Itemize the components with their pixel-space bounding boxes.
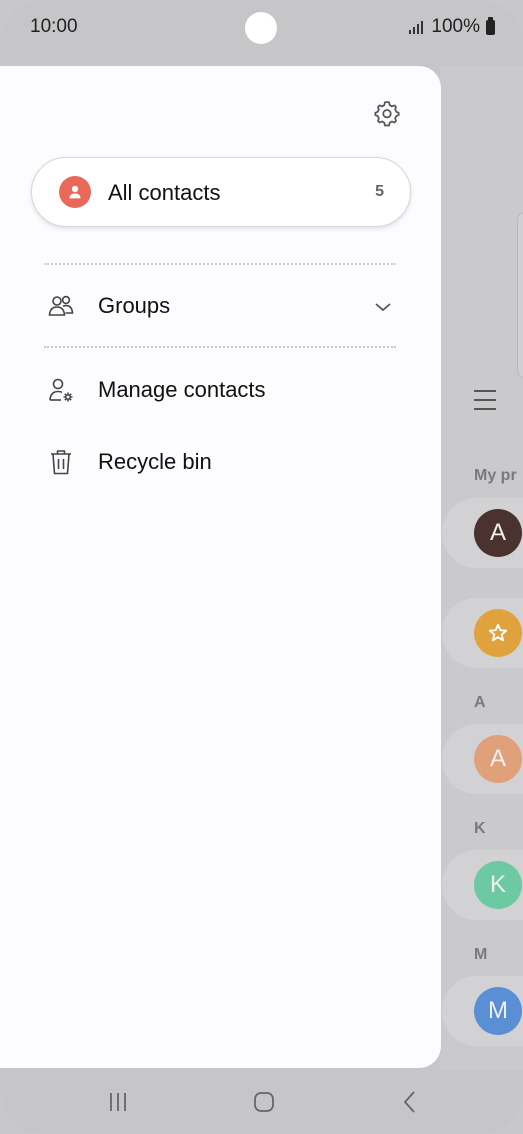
manage-contacts-label: Manage contacts	[98, 377, 266, 402]
groups-label: Groups	[98, 293, 171, 318]
status-time: 10:00	[30, 16, 78, 37]
manage-contacts-icon	[46, 376, 76, 404]
recent-apps-icon	[110, 1093, 126, 1111]
navigation-bar	[0, 1070, 523, 1134]
home-button[interactable]	[244, 1086, 284, 1118]
section-header-my-profile: My pr	[474, 467, 517, 484]
status-bar: 10:00 100%	[0, 0, 523, 56]
person-icon	[59, 176, 91, 208]
groups-icon	[46, 292, 76, 320]
all-contacts-label: All contacts	[108, 180, 221, 205]
trash-icon	[46, 448, 76, 476]
gear-icon	[374, 101, 400, 127]
manage-contacts-item[interactable]: Manage contacts	[0, 362, 441, 418]
avatar: M	[474, 987, 522, 1035]
section-header-m: M	[474, 946, 488, 963]
recycle-bin-label: Recycle bin	[98, 449, 212, 474]
home-icon	[254, 1092, 274, 1112]
battery-percent: 100%	[431, 16, 480, 37]
menu-icon	[474, 390, 496, 417]
groups-item[interactable]: Groups	[0, 278, 441, 334]
section-header-k: K	[474, 820, 486, 837]
background-card	[517, 212, 523, 378]
signal-icon	[409, 20, 424, 34]
back-button[interactable]	[390, 1086, 430, 1118]
phone-screen: 10:00 100% My pr A A A K K M M All conta…	[0, 0, 523, 1134]
status-indicators: 100%	[409, 16, 495, 38]
recent-apps-button[interactable]	[98, 1086, 138, 1118]
navigation-drawer: All contacts 5 Groups Manage contacts Re…	[0, 66, 441, 1068]
back-icon	[403, 1091, 415, 1113]
divider	[44, 346, 396, 348]
avatar: K	[474, 861, 522, 909]
divider	[44, 263, 396, 265]
camera-cutout	[245, 12, 277, 44]
settings-button[interactable]	[370, 96, 404, 130]
recycle-bin-item[interactable]: Recycle bin	[0, 434, 441, 490]
star-icon	[488, 623, 508, 642]
avatar: A	[474, 735, 522, 783]
avatar	[474, 609, 522, 657]
battery-icon	[486, 16, 495, 35]
all-contacts-button[interactable]: All contacts 5	[31, 157, 411, 227]
avatar: A	[474, 509, 522, 557]
section-header-a: A	[474, 694, 486, 711]
all-contacts-count: 5	[375, 183, 384, 200]
chevron-down-icon[interactable]	[372, 296, 394, 318]
